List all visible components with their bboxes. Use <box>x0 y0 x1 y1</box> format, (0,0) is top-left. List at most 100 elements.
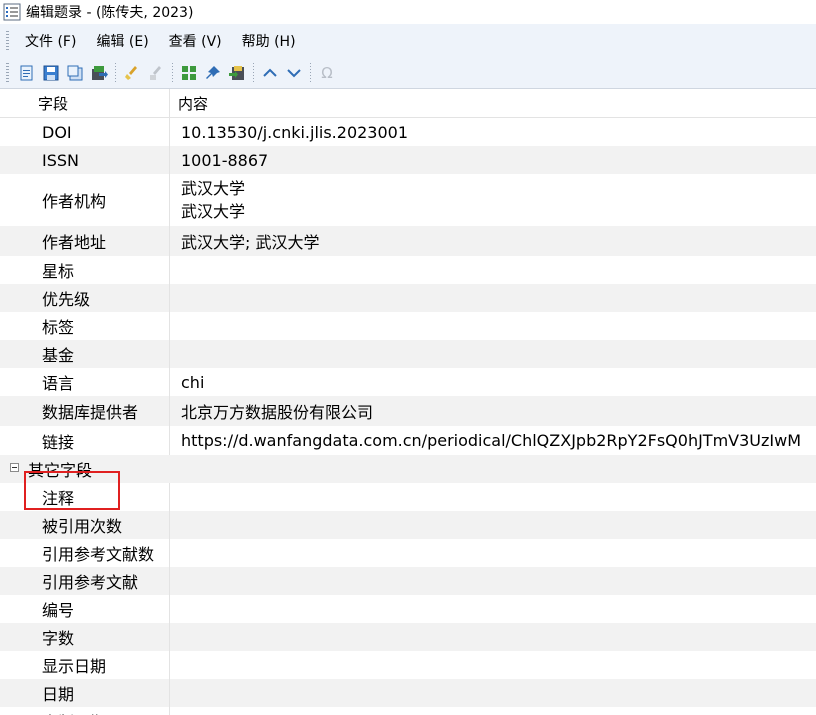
field-row-reference-count[interactable]: 引用参考文献数 <box>0 539 816 567</box>
field-grid: 字段 内容 DOI 10.13530/j.cnki.jlis.2023001 I… <box>0 89 816 715</box>
field-row-note[interactable]: 注释 <box>0 483 816 511</box>
import-icon <box>229 66 244 80</box>
menu-edit[interactable]: 编辑 (E) <box>86 31 158 51</box>
menu-grip[interactable] <box>6 31 9 51</box>
pin-icon <box>206 66 220 79</box>
field-name: 引用参考文献 <box>30 567 170 595</box>
field-row-database-provider[interactable]: 数据库提供者 北京万方数据股份有限公司 <box>0 396 816 426</box>
field-row-priority[interactable]: 优先级 <box>0 284 816 312</box>
save-button[interactable] <box>41 63 61 83</box>
window-titlebar: 编辑题录 - (陈传夫, 2023) <box>0 0 816 24</box>
move-up-button[interactable] <box>260 63 280 83</box>
toolbar-separator <box>115 63 116 83</box>
menu-view[interactable]: 查看 (V) <box>159 31 232 51</box>
save-copy-button[interactable] <box>65 63 85 83</box>
field-value-cell[interactable] <box>170 623 816 651</box>
field-name: 语言 <box>30 368 170 396</box>
field-row-author-address[interactable]: 作者地址 武汉大学; 武汉大学 <box>0 226 816 256</box>
field-row-author-affiliation[interactable]: 作者机构 武汉大学 武汉大学 <box>0 174 816 226</box>
field-value: 1001-8867 <box>181 150 269 170</box>
omega-icon: Ω <box>321 64 333 82</box>
field-value-line: 武汉大学 <box>181 202 246 221</box>
field-row-number[interactable]: 编号 <box>0 595 816 623</box>
export-icon <box>92 66 108 80</box>
move-down-button[interactable] <box>284 63 304 83</box>
field-value-line: 武汉大学 <box>181 179 246 198</box>
broom-disabled-icon <box>150 66 161 80</box>
field-row-link[interactable]: 链接 https://d.wanfangdata.com.cn/periodic… <box>0 426 816 455</box>
field-value: 10.13530/j.cnki.jlis.2023001 <box>181 122 409 142</box>
field-name: 字数 <box>30 623 170 651</box>
field-value-cell[interactable]: 武汉大学 武汉大学 <box>170 174 816 226</box>
field-name: 优先级 <box>30 284 170 312</box>
field-row-tags[interactable]: 标签 <box>0 312 816 340</box>
field-value-cell[interactable] <box>170 679 816 707</box>
toolbar-separator <box>172 63 173 83</box>
field-row-display-date[interactable]: 显示日期 <box>0 651 816 679</box>
field-name: 基金 <box>30 340 170 368</box>
field-row-language[interactable]: 语言 chi <box>0 368 816 396</box>
field-value: 北京万方数据股份有限公司 <box>181 403 374 422</box>
field-name: 链接 <box>30 426 170 455</box>
field-row-doi[interactable]: DOI 10.13530/j.cnki.jlis.2023001 <box>0 118 816 146</box>
field-row-publish-date[interactable]: 出版日期 <box>0 707 816 715</box>
field-value-cell[interactable]: 北京万方数据股份有限公司 <box>170 396 816 426</box>
clear-button[interactable] <box>122 63 142 83</box>
field-row-star[interactable]: 星标 <box>0 256 816 284</box>
column-header-value[interactable]: 内容 <box>170 89 816 117</box>
field-name: 注释 <box>30 483 170 511</box>
menu-help[interactable]: 帮助 (H) <box>232 31 306 51</box>
field-value-cell[interactable] <box>170 312 816 340</box>
field-name: 日期 <box>30 679 170 707</box>
field-row-cited-count[interactable]: 被引用次数 <box>0 511 816 539</box>
import-button[interactable] <box>227 63 247 83</box>
field-name: 出版日期 <box>30 707 170 715</box>
field-value-cell[interactable] <box>170 595 816 623</box>
field-name: 星标 <box>30 256 170 284</box>
field-value-cell[interactable]: chi <box>170 368 816 396</box>
field-value-cell[interactable] <box>170 707 816 715</box>
field-value-cell[interactable] <box>170 539 816 567</box>
field-value-cell[interactable] <box>170 483 816 511</box>
collapse-icon[interactable] <box>10 463 19 472</box>
field-name: 数据库提供者 <box>30 396 170 426</box>
field-name: 引用参考文献数 <box>30 539 170 567</box>
field-row-references[interactable]: 引用参考文献 <box>0 567 816 595</box>
field-value-cell[interactable] <box>170 340 816 368</box>
insert-symbol-button[interactable]: Ω <box>317 63 337 83</box>
export-button[interactable] <box>89 63 109 83</box>
field-name: 编号 <box>30 595 170 623</box>
field-row-date[interactable]: 日期 <box>0 679 816 707</box>
field-value-cell[interactable]: https://d.wanfangdata.com.cn/periodical/… <box>170 426 816 455</box>
field-row-fund[interactable]: 基金 <box>0 340 816 368</box>
field-value-cell[interactable]: 10.13530/j.cnki.jlis.2023001 <box>170 118 816 146</box>
toolbar-grip[interactable] <box>6 63 9 83</box>
grid-icon <box>182 66 196 80</box>
broom-disabled-button[interactable] <box>146 63 166 83</box>
field-row-word-count[interactable]: 字数 <box>0 623 816 651</box>
column-header-field[interactable]: 字段 <box>30 89 170 117</box>
grid-header: 字段 内容 <box>0 89 816 118</box>
new-record-button[interactable] <box>17 63 37 83</box>
field-value-cell[interactable] <box>170 651 816 679</box>
move-up-icon <box>263 68 277 77</box>
grid-button[interactable] <box>179 63 199 83</box>
field-value-cell[interactable]: 1001-8867 <box>170 146 816 174</box>
menu-file[interactable]: 文件 (F) <box>15 31 86 51</box>
field-name: 标签 <box>30 312 170 340</box>
pin-button[interactable] <box>203 63 223 83</box>
toolbar-separator <box>253 63 254 83</box>
save-icon <box>43 65 59 81</box>
field-name: DOI <box>30 118 170 146</box>
group-row-other-fields[interactable]: 其它字段 <box>0 455 816 483</box>
group-label: 其它字段 <box>28 461 93 480</box>
field-value-cell[interactable] <box>170 511 816 539</box>
field-value-cell[interactable] <box>170 256 816 284</box>
clear-icon <box>125 66 137 80</box>
field-value-cell[interactable]: 武汉大学; 武汉大学 <box>170 226 816 256</box>
field-value-cell[interactable] <box>170 284 816 312</box>
record-list-icon <box>3 3 21 21</box>
field-row-issn[interactable]: ISSN 1001-8867 <box>0 146 816 174</box>
field-value-cell[interactable] <box>170 567 816 595</box>
field-value: https://d.wanfangdata.com.cn/periodical/… <box>181 431 802 450</box>
